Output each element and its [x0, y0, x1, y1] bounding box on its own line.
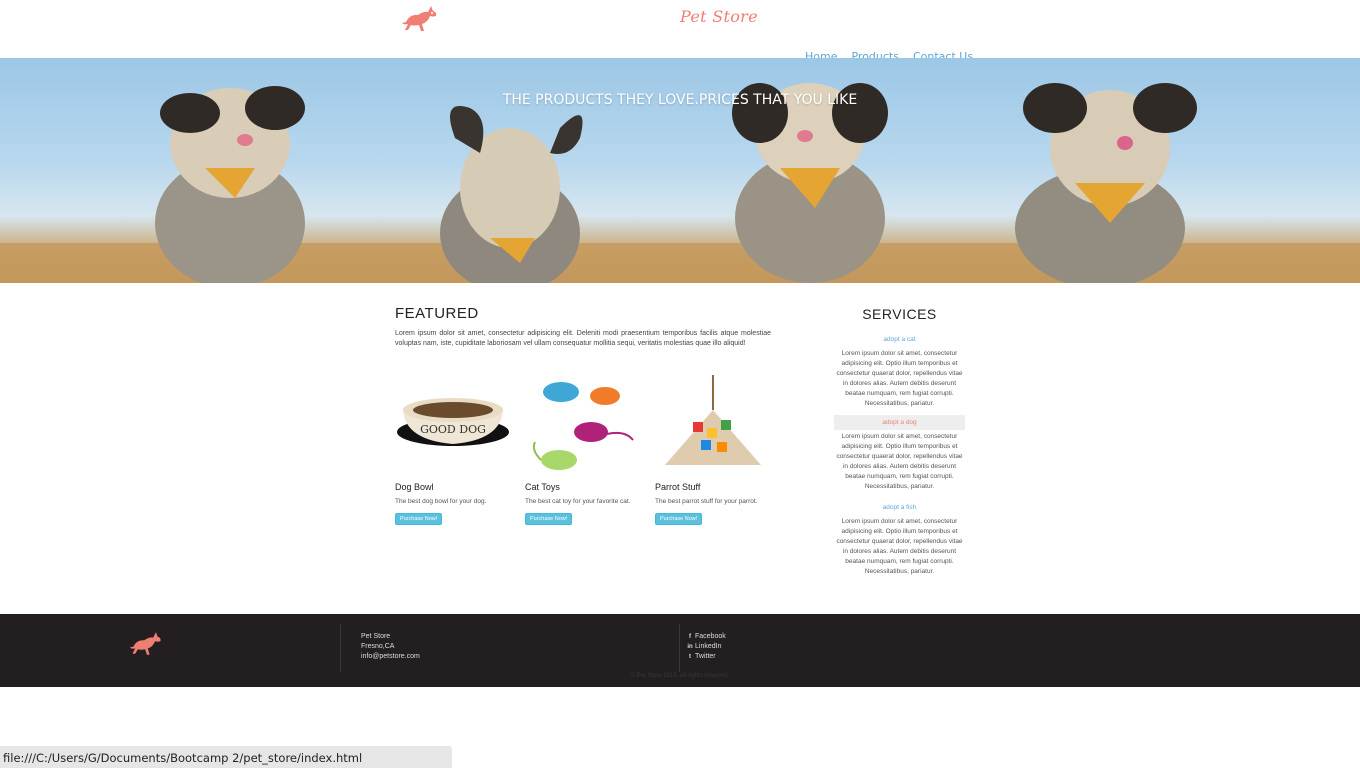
adopt-cat-link[interactable]: adopt a cat — [834, 332, 965, 347]
hero-banner: THE PRODUCTS THEY LOVE.PRICES THAT YOU L… — [0, 58, 1360, 283]
footer-divider — [679, 624, 680, 672]
twitter-icon: t — [689, 654, 691, 660]
service-text: Lorem ipsum dolor sit amet, consectetur … — [836, 518, 963, 575]
product-description: The best parrot stuff for your parrot. — [655, 498, 758, 505]
product-description: The best cat toy for your favorite cat. — [525, 498, 631, 505]
purchase-now-button[interactable]: Purchase Now! — [655, 513, 703, 525]
site-header: Pet Store Home Products Contact Us — [0, 0, 1360, 63]
site-footer: Pet Store Fresno,CA info@petstore.com f … — [0, 614, 1360, 687]
footer-email[interactable]: info@petstore.com — [361, 652, 420, 662]
facebook-icon: f — [689, 634, 691, 640]
site-brand[interactable]: Pet Store — [680, 7, 758, 26]
facebook-link[interactable]: f Facebook — [687, 632, 726, 642]
services-heading: SERVICES — [862, 306, 937, 322]
footer-company: Pet Store — [361, 633, 391, 640]
product-card-parrot-stuff: Parrot Stuff The best parrot stuff for y… — [655, 370, 771, 525]
featured-description: Lorem ipsum dolor sit amet, consectetur … — [395, 330, 771, 347]
twitter-link[interactable]: t Twitter — [687, 652, 726, 662]
service-text: Lorem ipsum dolor sit amet, consectetur … — [836, 350, 963, 407]
featured-heading: FEATURED — [395, 305, 479, 322]
product-list: GOOD DOG Dog Bowl The best dog bowl for … — [395, 370, 775, 540]
running-dog-figure — [732, 83, 888, 283]
product-name: Parrot Stuff — [655, 482, 701, 492]
pet-logo-icon[interactable] — [400, 2, 440, 34]
service-text: Lorem ipsum dolor sit amet, consectetur … — [836, 433, 963, 490]
product-card-cat-toys: Cat Toys The best cat toy for your favor… — [525, 370, 641, 525]
dog-bowl-image: GOOD DOG — [395, 370, 511, 478]
service-item-cat: adopt a cat Lorem ipsum dolor sit amet, … — [834, 332, 965, 409]
parrot-stuff-image — [655, 370, 771, 478]
product-card-dog-bowl: GOOD DOG Dog Bowl The best dog bowl for … — [395, 370, 511, 525]
footer-city: Fresno,CA — [361, 643, 395, 650]
linkedin-link[interactable]: in LinkedIn — [687, 642, 726, 652]
services-section: SERVICES adopt a cat Lorem ipsum dolor s… — [834, 306, 965, 577]
purchase-now-button[interactable]: Purchase Now! — [395, 513, 443, 525]
running-dog-figure — [440, 106, 583, 283]
running-dog-figure — [155, 86, 305, 283]
product-description: The best dog bowl for your dog. — [395, 498, 487, 505]
product-name: Cat Toys — [525, 482, 560, 492]
adopt-fish-link[interactable]: adopt a fish — [834, 500, 965, 515]
service-item-fish: adopt a fish Lorem ipsum dolor sit amet,… — [834, 500, 965, 577]
footer-social-links: f Facebook in LinkedIn t Twitter — [687, 632, 726, 662]
pet-logo-icon — [129, 632, 161, 655]
purchase-now-button[interactable]: Purchase Now! — [525, 513, 573, 525]
bowl-label: GOOD DOG — [420, 423, 486, 436]
hero-caption: THE PRODUCTS THEY LOVE.PRICES THAT YOU L… — [502, 92, 858, 108]
adopt-dog-link[interactable]: adopt a dog — [834, 415, 965, 430]
copyright-text: © Pet Store 2015. All rights reserved. — [630, 673, 730, 679]
running-dog-figure — [1015, 83, 1197, 283]
status-url: file:///C:/Users/G/Documents/Bootcamp 2/… — [3, 751, 363, 765]
cat-toys-image — [525, 370, 641, 478]
linkedin-icon: in — [687, 644, 693, 650]
footer-address: Pet Store Fresno,CA info@petstore.com — [361, 632, 420, 662]
browser-status-bar: file:///C:/Users/G/Documents/Bootcamp 2/… — [0, 746, 452, 768]
service-item-dog: adopt a dog Lorem ipsum dolor sit amet, … — [834, 415, 965, 492]
featured-section: FEATURED Lorem ipsum dolor sit amet, con… — [395, 305, 771, 525]
product-name: Dog Bowl — [395, 482, 434, 492]
footer-divider — [340, 624, 341, 672]
